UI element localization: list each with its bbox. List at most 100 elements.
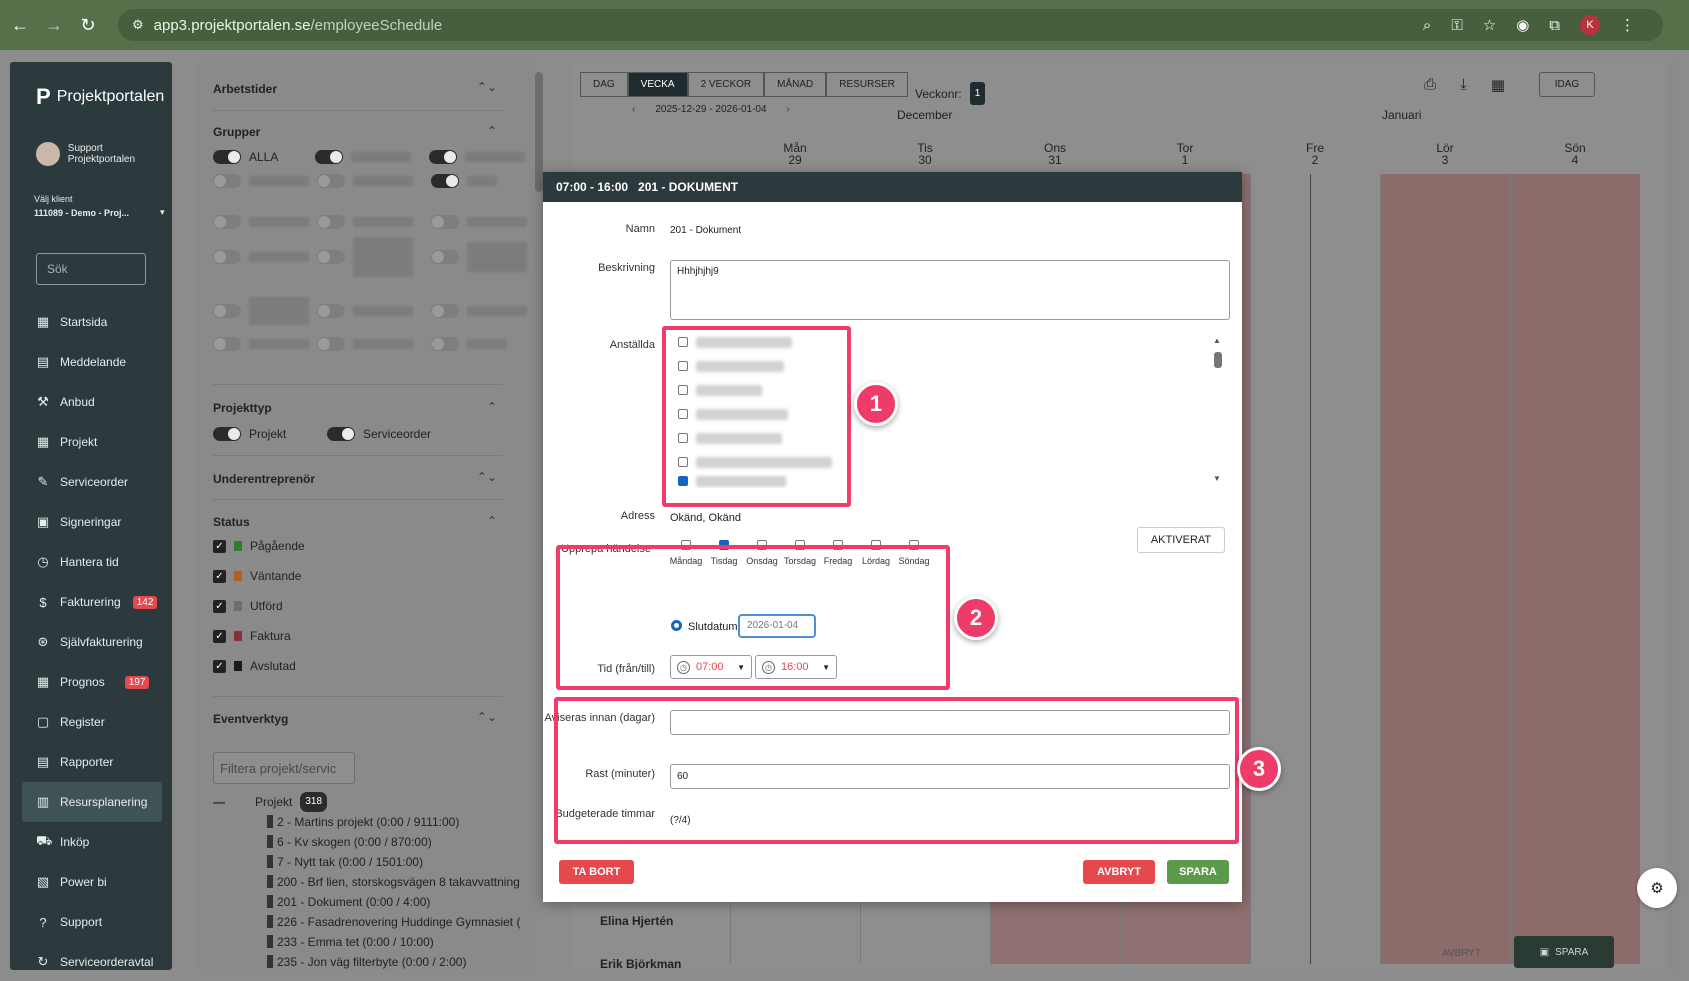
expand-icon[interactable]: ⌃⌄ [477,710,497,724]
tree-item[interactable]: 233 - Emma tet (0:00 / 10:00) [213,932,523,952]
group-toggle[interactable] [431,304,459,318]
user-info[interactable]: Support Projektportalen [36,142,172,166]
sidebar-item-startsida[interactable]: ▦ Startsida [22,302,162,342]
group-toggle[interactable] [213,174,241,188]
sidebar-item-support[interactable]: ? Support [22,902,162,942]
site-settings-icon[interactable]: ⚙ [132,17,144,33]
group-toggle[interactable] [315,150,343,164]
sidebar-item-rapporter[interactable]: ▤ Rapporter [22,742,162,782]
checkbox-checked-icon[interactable]: ✓ [213,569,226,583]
beskrivning-textarea[interactable]: Hhhjhjhj9 [670,260,1230,320]
calendar-save-button[interactable]: ▣ SPARA [1514,936,1614,968]
collapse-icon[interactable]: ⌃ [487,514,497,528]
sidebar-item-anbud[interactable]: ⚒ Anbud [22,382,162,422]
sidebar-item-inkop[interactable]: ⛟ Inköp [22,822,162,862]
sidebar-item-projekt[interactable]: ▦ Projekt [22,422,162,462]
project-filter-input[interactable]: Filtera projekt/servic [213,752,355,784]
status-utford[interactable]: ✓ Utförd [213,599,283,613]
collapse-minus-icon[interactable]: — [213,792,225,812]
sidebar-item-signeringar[interactable]: ▣ Signeringar [22,502,162,542]
group-toggle[interactable] [429,150,457,164]
section-projekttyp[interactable]: Projekttyp [213,401,272,415]
sidebar-item-register[interactable]: ▢ Register [22,702,162,742]
checkbox-checked-icon[interactable]: ✓ [213,539,226,553]
tree-item[interactable]: 6 - Kv skogen (0:00 / 870:00) [213,832,523,852]
sidebar-item-power-bi[interactable]: ▧ Power bi [22,862,162,902]
expand-icon[interactable]: ⌃⌄ [477,470,497,484]
scroll-up-icon[interactable]: ▲ [1213,336,1221,345]
tab-2-veckor[interactable]: 2 VECKOR [687,72,765,97]
group-toggle[interactable] [213,250,241,264]
profile-avatar[interactable]: K [1580,15,1600,35]
tab-dag[interactable]: DAG [580,72,628,97]
group-toggle[interactable] [213,304,241,318]
expand-icon[interactable]: ⌃⌄ [477,80,497,94]
group-toggle[interactable] [213,215,241,229]
scroll-thumb[interactable] [1214,352,1222,368]
key-icon[interactable]: ⚿ [1451,17,1462,34]
star-icon[interactable]: ☆ [1483,16,1496,34]
forward-arrow-icon[interactable]: → [40,11,68,39]
employee-row-name[interactable]: Elina Hjertén [600,914,673,928]
scroll-down-icon[interactable]: ▼ [1213,474,1221,483]
address-bar[interactable]: ⚙ app3.projektportalen.se/employeeSchedu… [118,9,1663,41]
download-icon[interactable]: ⤓ [1460,76,1467,94]
chevron-right-icon[interactable]: › [787,104,790,115]
status-faktura[interactable]: ✓ Faktura [213,629,291,643]
today-button[interactable]: IDAG [1539,72,1595,97]
tab-vecka[interactable]: VECKA [627,72,688,97]
puzzle-icon[interactable]: ⧉ [1549,17,1560,34]
save-button[interactable]: SPARA [1167,860,1229,884]
section-grupper[interactable]: Grupper [213,125,260,139]
calendar-icon[interactable]: ▦ [1491,76,1505,94]
tree-item[interactable]: 7 - Nytt tak (0:00 / 1501:00) [213,852,523,872]
tree-item[interactable]: 235 - Jon väg filterbyte (0:00 / 2:00) [213,952,523,972]
brand-logo[interactable]: P Projektportalen [36,84,164,110]
tree-item[interactable]: 201 - Dokument (0:00 / 4:00) [213,892,523,912]
group-toggle[interactable] [213,337,241,351]
tree-item[interactable]: 2 - Martins projekt (0:00 / 9111:00) [213,812,523,832]
sidebar-item-resursplanering[interactable]: ▥ Resursplanering [22,782,162,822]
group-toggle[interactable] [431,215,459,229]
status-pagaende[interactable]: ✓ Pågående [213,539,305,553]
settings-gear-icon[interactable]: ⚙ [1637,868,1677,908]
tab-manad[interactable]: MÅNAD [764,72,827,97]
section-status[interactable]: Status [213,515,250,529]
tree-item[interactable]: 200 - Brf lien, storskogsvägen 8 takavva… [213,872,523,892]
group-toggle[interactable] [317,304,345,318]
group-toggle[interactable] [431,337,459,351]
sidebar-item-sjalvfakturering[interactable]: ⊛ Självfakturering [22,622,162,662]
print-icon[interactable]: ⎙ [1424,76,1436,94]
group-toggle[interactable] [317,215,345,229]
collapse-icon[interactable]: ⌃ [487,124,497,138]
status-avslutad[interactable]: ✓ Avslutad [213,659,296,673]
tab-resurser[interactable]: RESURSER [826,72,908,97]
employee-list-scrollbar[interactable]: ▲ ▼ [1213,336,1223,484]
toggle-projekt[interactable] [213,427,241,441]
delete-button[interactable]: TA BORT [559,860,634,884]
checkbox-checked-icon[interactable]: ✓ [213,659,226,673]
cancel-button[interactable]: AVBRYT [1083,860,1155,884]
sidebar-item-serviceorderavtal[interactable]: ↻ Serviceorderavtal [22,942,162,981]
checkbox-checked-icon[interactable]: ✓ [213,629,226,643]
employee-row-name[interactable]: Erik Björkman [600,957,681,969]
back-arrow-icon[interactable]: ← [6,11,34,39]
collapse-icon[interactable]: ⌃ [487,400,497,414]
chevron-left-icon[interactable]: ‹ [632,104,635,115]
page-scrollbar[interactable] [1669,62,1681,970]
sidebar-item-meddelande[interactable]: ▤ Meddelande [22,342,162,382]
zoom-icon[interactable]: ⌕ [1423,17,1431,34]
calendar-cancel-button[interactable]: AVBRYT [1442,948,1481,959]
filter-scrollbar[interactable] [535,72,543,192]
tree-item[interactable]: 226 - Fasadrenovering Huddinge Gymnasiet… [213,912,523,932]
sidebar-item-serviceorder[interactable]: ✎ Serviceorder [22,462,162,502]
sidebar-search-input[interactable]: Sök [36,253,146,285]
group-toggle[interactable] [431,174,459,188]
section-eventverktyg[interactable]: Eventverktyg [213,712,288,726]
status-vantande[interactable]: ✓ Väntande [213,569,301,583]
toggle-alla[interactable] [213,150,241,164]
reload-icon[interactable]: ↻ [74,11,102,39]
aktiverat-button[interactable]: AKTIVERAT [1137,527,1225,553]
group-toggle[interactable] [431,250,459,264]
sidebar-item-hantera-tid[interactable]: ◷ Hantera tid [22,542,162,582]
